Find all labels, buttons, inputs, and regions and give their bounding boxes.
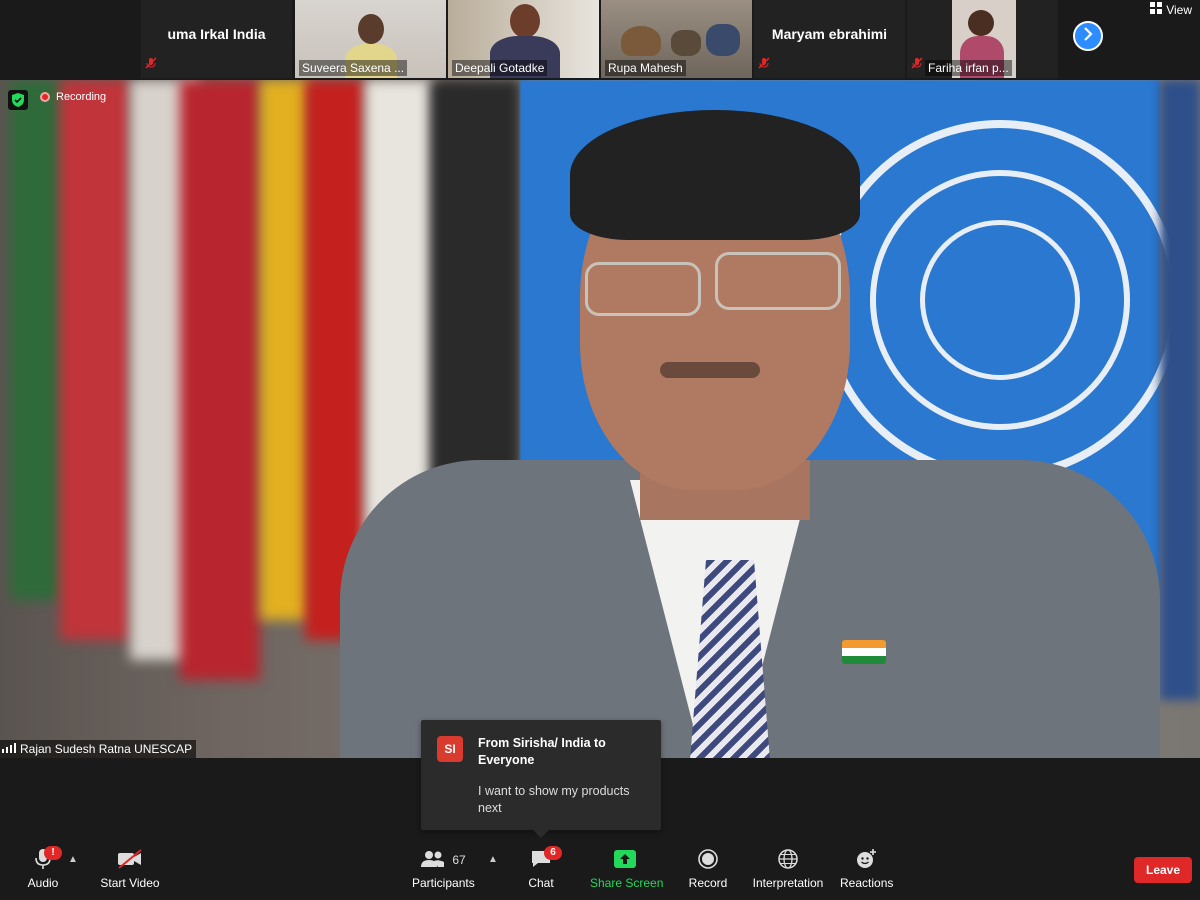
chat-button[interactable]: 6 Chat: [521, 846, 562, 890]
chat-unread-badge: 6: [544, 846, 562, 860]
share-screen-label: Share Screen: [590, 876, 664, 890]
chevron-right-icon: [1082, 26, 1094, 46]
gallery-tile[interactable]: uma Irkal India: [141, 0, 292, 78]
speaker-name-tag: Rajan Sudesh Ratna UNESCAP: [0, 740, 197, 758]
audio-button[interactable]: ! Audio: [22, 846, 64, 890]
reactions-label: Reactions: [840, 876, 894, 890]
smiley-add-icon: [855, 848, 877, 873]
participant-video: [621, 26, 661, 56]
participants-options-caret-icon[interactable]: ▲: [488, 854, 498, 865]
chat-notification[interactable]: SI From Sirisha/ India to Everyone I wan…: [421, 720, 661, 838]
reactions-button[interactable]: Reactions: [840, 848, 894, 890]
gallery-tile[interactable]: Maryam ebrahimi: [754, 0, 905, 78]
next-page-button[interactable]: [1073, 21, 1103, 51]
participant-name: uma Irkal India: [167, 26, 266, 42]
share-screen-button[interactable]: Share Screen: [590, 848, 664, 890]
recording-label: Recording: [56, 91, 107, 103]
participant-name: Fariha irfan p...: [925, 60, 1012, 76]
participant-video: [510, 4, 540, 38]
avatar: SI: [437, 736, 463, 762]
participant-count: 67: [452, 853, 466, 867]
chat-message: I want to show my products next: [478, 784, 630, 815]
participant-video: [358, 14, 384, 44]
participant-name: Rupa Mahesh: [605, 60, 686, 76]
active-speaker-video: Recording Rajan Sudesh Ratna UNESCAP: [0, 80, 1200, 758]
video-label: Start Video: [100, 876, 160, 890]
leave-button[interactable]: Leave: [1134, 857, 1192, 883]
audio-label: Audio: [27, 876, 59, 890]
record-dot-icon: [40, 92, 50, 102]
mic-muted-icon: [758, 56, 770, 74]
globe-icon: [778, 848, 798, 872]
chat-label: Chat: [528, 876, 554, 890]
start-video-button[interactable]: Start Video: [98, 848, 162, 890]
gallery-tile[interactable]: Fariha irfan p...: [907, 0, 1058, 78]
record-icon: [698, 848, 718, 872]
participant-name: Maryam ebrahimi: [771, 26, 888, 42]
recording-indicator[interactable]: Recording: [40, 91, 106, 103]
participants-icon: [420, 850, 446, 871]
participant-name: Suveera Saxena ...: [299, 60, 408, 76]
shield-check-icon[interactable]: [8, 90, 28, 115]
view-label: View: [1166, 2, 1192, 17]
audio-warning-badge: !: [44, 846, 62, 860]
share-screen-icon: [614, 849, 636, 871]
view-button[interactable]: View: [1150, 2, 1192, 17]
grid-icon: [1150, 2, 1163, 17]
gallery-tile[interactable]: Rupa Mahesh: [601, 0, 752, 78]
record-label: Record: [688, 876, 728, 890]
signal-bars-icon: [2, 742, 16, 756]
participants-button[interactable]: 67 Participants: [412, 848, 475, 890]
audio-options-caret-icon[interactable]: ▲: [68, 854, 78, 865]
participant-name: Deepali Gotadke: [452, 60, 548, 76]
mic-muted-icon: [145, 56, 157, 74]
interpretation-label: Interpretation: [752, 876, 824, 890]
gallery-tile[interactable]: Suveera Saxena ...: [295, 0, 446, 78]
participants-label: Participants: [412, 876, 475, 890]
video-off-icon: [117, 848, 143, 872]
gallery-tile[interactable]: Deepali Gotadke: [448, 0, 599, 78]
interpretation-button[interactable]: Interpretation: [752, 848, 824, 890]
speaker-name: Rajan Sudesh Ratna UNESCAP: [20, 742, 193, 756]
gallery-strip: uma Irkal India Suveera Saxena ... Deepa…: [0, 0, 1200, 80]
meeting-toolbar: ! Audio ▲ Start Video 67 Participants ▲ …: [0, 840, 1200, 900]
chat-sender: From Sirisha/ India to Everyone: [478, 736, 606, 767]
record-button[interactable]: Record: [688, 848, 728, 890]
mic-muted-icon: [911, 56, 923, 74]
